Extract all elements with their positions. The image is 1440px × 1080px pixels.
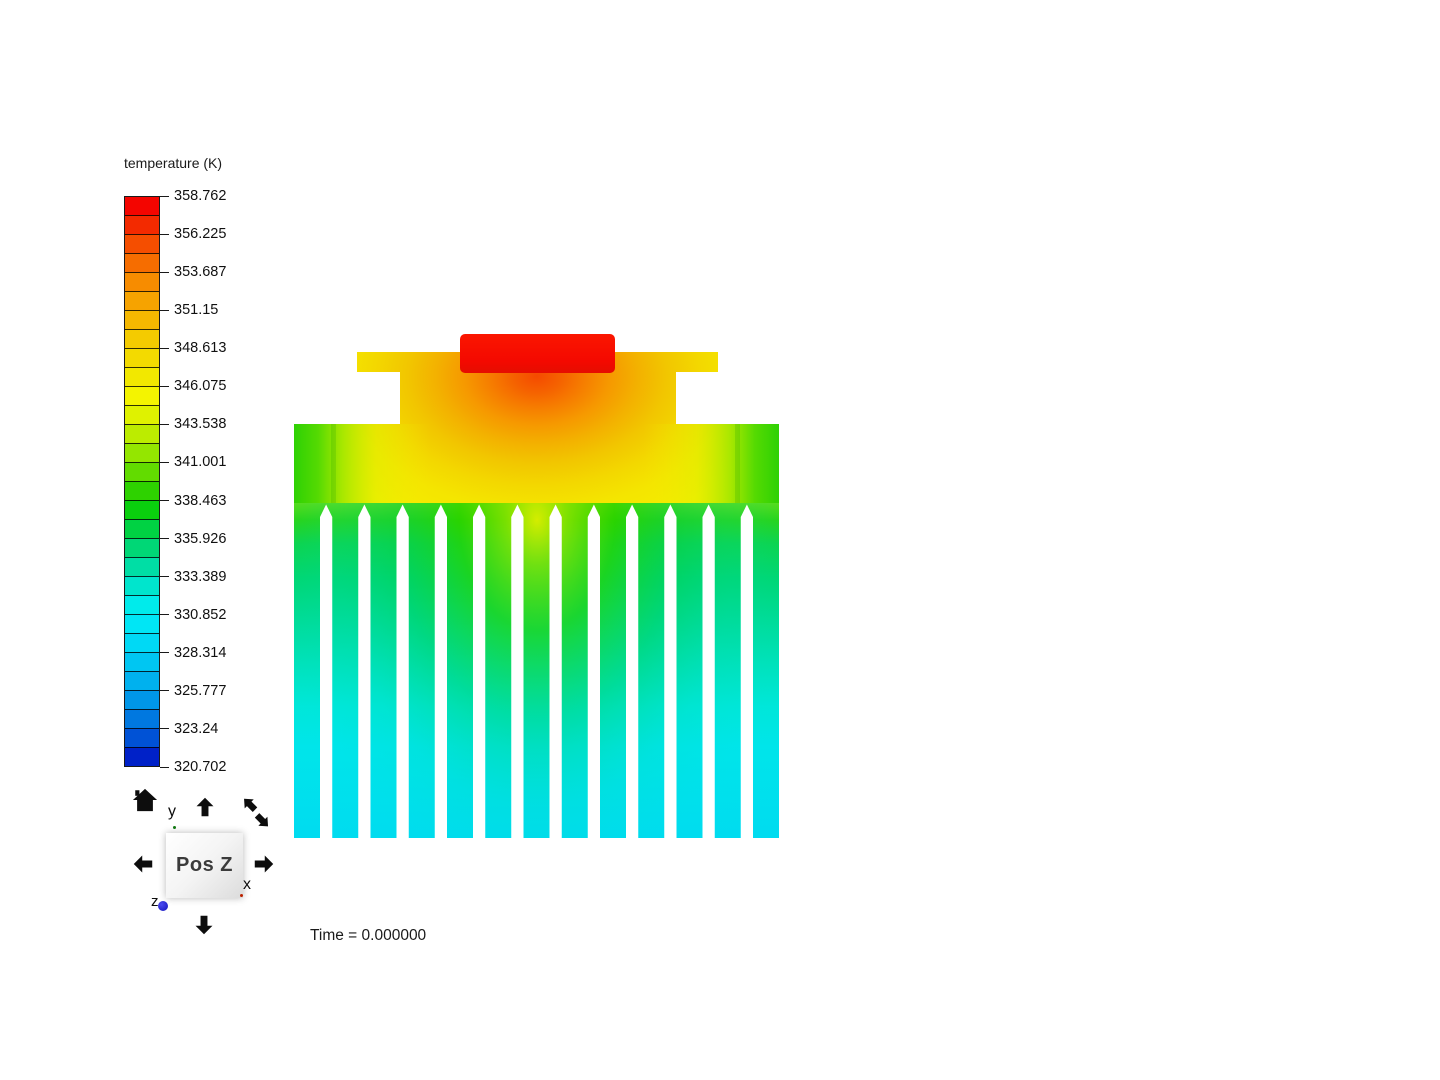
pan-right-button[interactable] — [253, 854, 275, 874]
axis-y-tip-dot — [173, 826, 176, 829]
heatsink-body — [294, 352, 779, 505]
pan-up-button[interactable] — [195, 796, 215, 818]
rotate-button[interactable] — [241, 795, 272, 831]
home-icon — [132, 788, 158, 812]
arrow-up-icon — [196, 797, 214, 817]
axis-z-ball — [158, 901, 168, 911]
time-annotation: Time = 0.000000 — [310, 927, 427, 944]
arrow-right-icon — [254, 855, 274, 873]
rotate-diagonal-arrows-icon — [244, 798, 269, 827]
pan-down-button[interactable] — [194, 914, 214, 936]
chip-heat-source — [460, 334, 615, 373]
arrow-down-icon — [195, 915, 213, 935]
render-viewport[interactable]: temperature (K) 358.762 356.225 353.687 351… — [0, 0, 1440, 1080]
axis-x-tip-dot — [240, 894, 243, 897]
view-cube-face-button[interactable]: Pos Z — [166, 833, 243, 898]
home-button[interactable] — [131, 787, 159, 813]
arrow-left-icon — [133, 855, 153, 873]
axis-x-label: x — [243, 876, 251, 893]
axis-y-label: y — [168, 803, 176, 820]
pan-left-button[interactable] — [132, 854, 154, 874]
view-navigation-widget[interactable]: Pos Z y x z — [120, 780, 290, 945]
